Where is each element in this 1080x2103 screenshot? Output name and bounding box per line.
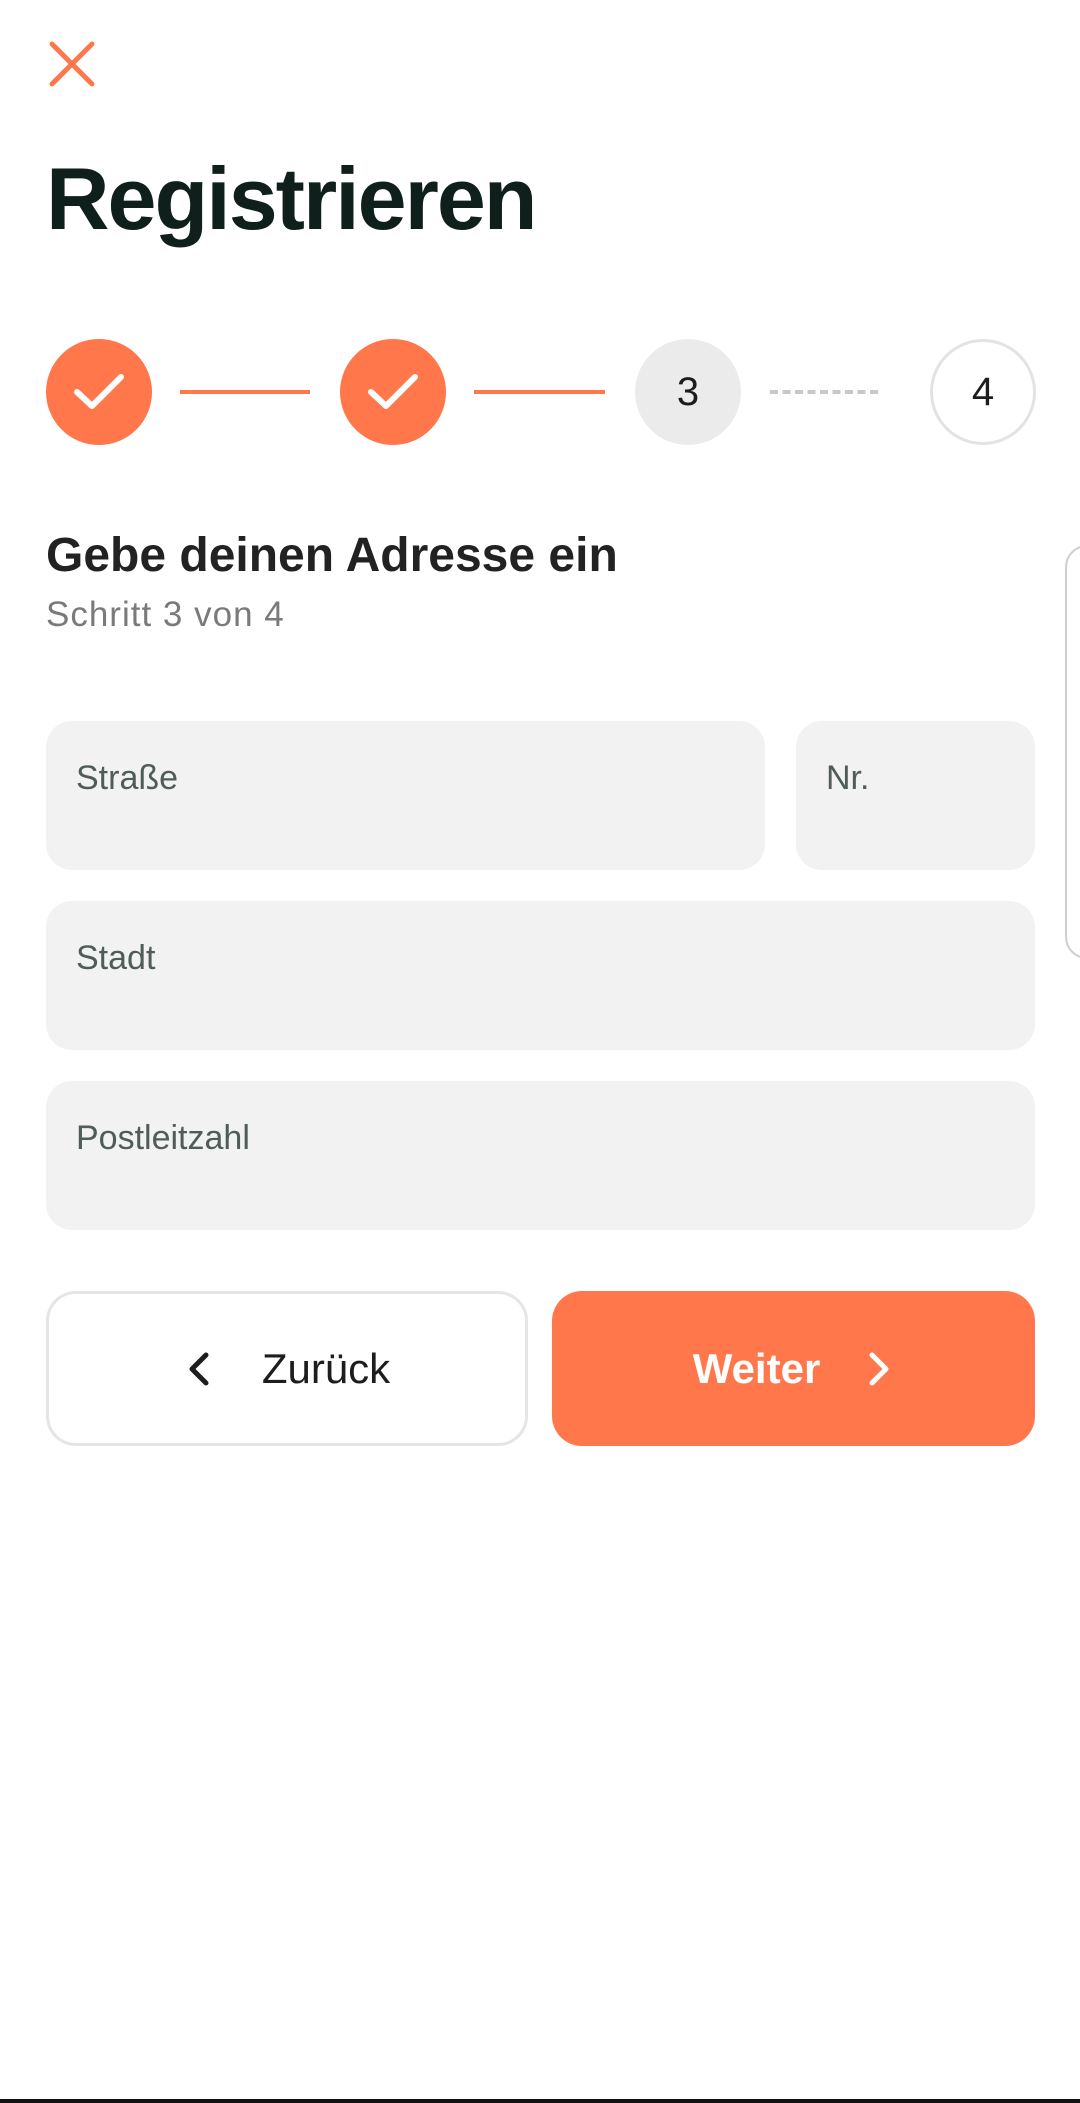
check-icon [368, 374, 418, 409]
close-icon [49, 41, 95, 87]
step-3-number: 3 [676, 369, 700, 414]
city-input[interactable]: Stadt [46, 901, 1035, 1050]
street-label: Straße [76, 759, 179, 797]
side-drawer-handle[interactable] [1065, 545, 1080, 959]
chevron-right-icon [869, 1352, 889, 1385]
page-title: Registrieren [46, 149, 538, 248]
step-1-completed [46, 339, 152, 445]
city-label: Stadt [76, 939, 156, 977]
postal-code-label: Postleitzahl [76, 1119, 250, 1157]
section-heading: Gebe deinen Adresse ein [46, 529, 618, 582]
step-connector-1 [180, 390, 310, 394]
step-4-upcoming: 4 [930, 339, 1036, 445]
street-input[interactable]: Straße [46, 721, 765, 870]
bottom-edge-bar [0, 2099, 1080, 2103]
step-connector-3 [770, 390, 878, 394]
house-number-input[interactable]: Nr. [796, 721, 1035, 870]
back-button[interactable]: Zurück [46, 1291, 528, 1446]
postal-code-input[interactable]: Postleitzahl [46, 1081, 1035, 1230]
step-2-completed [340, 339, 446, 445]
check-icon [74, 374, 124, 409]
step-counter: Schritt 3 von 4 [46, 595, 285, 634]
step-4-number: 4 [971, 369, 995, 414]
step-connector-2 [474, 390, 605, 394]
close-button[interactable] [46, 38, 98, 90]
step-3-current: 3 [635, 339, 741, 445]
next-button-label: Weiter [692, 1344, 821, 1392]
chevron-left-icon [189, 1352, 209, 1385]
next-button[interactable]: Weiter [552, 1291, 1035, 1446]
back-button-label: Zurück [261, 1344, 391, 1392]
house-number-label: Nr. [826, 759, 870, 797]
